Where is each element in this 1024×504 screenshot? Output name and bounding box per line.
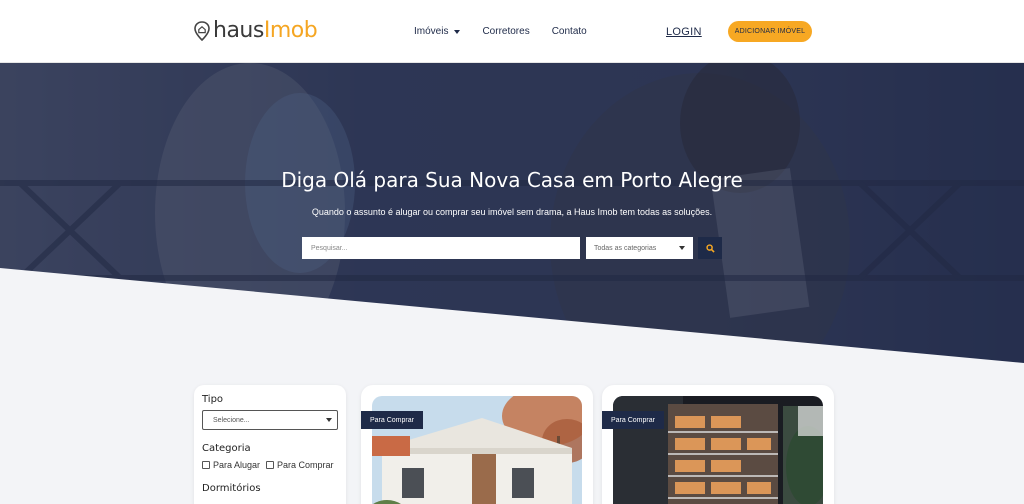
checkbox-para-comprar[interactable] [266,461,275,469]
listing-badge: Para Comprar [361,411,423,429]
nav-item-label: Imóveis [414,26,449,37]
listing-card[interactable]: Para Comprar [361,385,593,504]
hero-section: Diga Olá para Sua Nova Casa em Porto Ale… [0,63,1024,363]
brand-name-imob: Imob [263,18,318,43]
chevron-down-icon [454,29,461,34]
filter-tipo-select[interactable]: Selecione... [202,410,338,430]
location-pin-icon [194,21,210,41]
main-nav: Imóveis Corretores Contato [414,26,609,37]
listing-badge: Para Comprar [602,411,664,429]
login-link[interactable]: LOGIN [666,26,702,38]
nav-item-label: Contato [551,26,587,37]
nav-item-contato[interactable]: Contato [552,26,587,37]
checkbox-label: Para Alugar [213,460,261,470]
site-header: hausImob Imóveis Corretores Contato LOGI… [0,0,1024,63]
filter-tipo-label: Tipo [202,394,224,405]
checkbox-label: Para Comprar [277,460,334,470]
nav-item-label: Corretores [482,26,530,37]
chevron-down-icon [326,418,332,422]
brand-name-haus: haus [213,18,264,43]
filter-tipo-value: Selecione... [213,416,250,424]
nav-item-corretores[interactable]: Corretores [482,26,529,37]
checkbox-para-alugar[interactable] [202,461,210,469]
filter-dormitorios-label: Dormitórios [202,483,261,494]
hero-diagonal-divider [0,268,1024,363]
nav-item-imoveis[interactable]: Imóveis [414,26,461,37]
listing-card[interactable]: Para Comprar [602,385,834,504]
brand-logo[interactable]: hausImob [194,18,318,43]
filter-categoria-label: Categoria [202,443,251,454]
add-property-button[interactable]: ADICIONAR IMÓVEL [728,21,812,42]
filter-panel: Tipo Selecione... Categoria Para Alugar … [194,385,346,504]
